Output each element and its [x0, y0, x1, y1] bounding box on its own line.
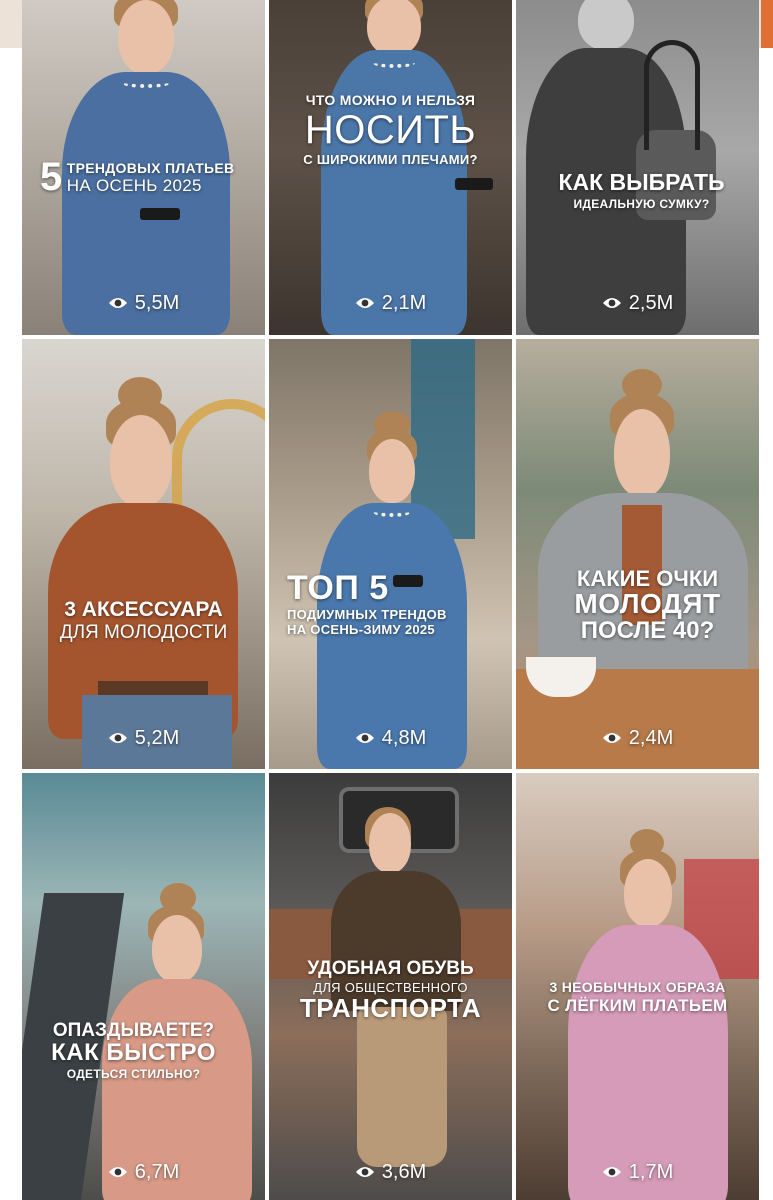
caption-line: ТРАНСПОРТА: [299, 992, 482, 1023]
eye-icon: [602, 298, 621, 308]
caption-line: НА ОСЕНЬ 2025: [66, 176, 202, 195]
view-count-value: 6,7M: [134, 1161, 180, 1183]
eye-icon: [355, 1167, 374, 1177]
caption-line: ЧТО МОЖНО И НЕЛЬЗЯ: [305, 92, 476, 108]
video-tile-5[interactable]: ТОП 5 ПОДИУМНЫХ ТРЕНДОВ НА ОСЕНЬ-ЗИМУ 20…: [269, 339, 512, 769]
video-caption: 3 АКСЕССУАРА ДЛЯ МОЛОДОСТИ: [22, 598, 265, 644]
caption-line: ПОДИУМНЫХ ТРЕНДОВ: [287, 607, 447, 622]
video-caption: УДОБНАЯ ОБУВЬ ДЛЯ ОБЩЕСТВЕННОГО ТРАНСПОР…: [269, 959, 512, 1021]
view-count: 2,4M: [516, 727, 759, 750]
caption-line: КАКИЕ ОЧКИ: [576, 566, 719, 591]
video-subject: [305, 0, 493, 335]
view-count-value: 2,1M: [381, 292, 427, 314]
view-count-value: 2,5M: [628, 292, 674, 314]
video-subject: [42, 369, 242, 769]
view-count-value: 1,7M: [628, 1161, 674, 1183]
eye-icon: [108, 298, 127, 308]
video-tile-7[interactable]: ОПАЗДЫВАЕТЕ? КАК БЫСТРО ОДЕТЬСЯ СТИЛЬНО?…: [22, 773, 265, 1200]
view-count-value: 5,5M: [134, 292, 180, 314]
top-bar-accent: [761, 0, 773, 48]
view-count: 4,8M: [269, 727, 512, 750]
video-caption: ЧТО МОЖНО И НЕЛЬЗЯ НОСИТЬ С ШИРОКИМИ ПЛЕ…: [269, 92, 512, 167]
caption-line: КАК ВЫБРАТЬ: [558, 169, 725, 195]
caption-line: ДЛЯ МОЛОДОСТИ: [59, 622, 228, 644]
video-tile-9[interactable]: 3 НЕОБЫЧНЫХ ОБРАЗА С ЛЁГКИМ ПЛАТЬЕМ 1,7M: [516, 773, 759, 1200]
video-subject: [538, 369, 748, 699]
caption-line: ТРЕНДОВЫХ ПЛАТЬЕВ: [66, 160, 235, 176]
eye-icon: [355, 298, 374, 308]
video-caption: ТОП 5 ПОДИУМНЫХ ТРЕНДОВ НА ОСЕНЬ-ЗИМУ 20…: [287, 571, 512, 637]
caption-line: НОСИТЬ: [304, 108, 477, 152]
caption-line: ИДЕАЛЬНУЮ СУМКУ?: [573, 197, 710, 212]
eye-icon: [108, 1167, 127, 1177]
caption-line: МОЛОДЯТ: [574, 588, 721, 620]
video-tile-6[interactable]: КАКИЕ ОЧКИ МОЛОДЯТ ПОСЛЕ 40? 2,4M: [516, 339, 759, 769]
view-count: 5,2M: [22, 727, 265, 750]
caption-line: 3 НЕОБЫЧНЫХ ОБРАЗА: [549, 979, 726, 995]
view-count: 6,7M: [22, 1161, 265, 1184]
view-count: 2,5M: [516, 292, 759, 315]
view-count-value: 4,8M: [381, 727, 427, 749]
eye-icon: [602, 733, 621, 743]
video-caption: КАК ВЫБРАТЬ ИДЕАЛЬНУЮ СУМКУ?: [524, 170, 759, 211]
video-caption: ОПАЗДЫВАЕТЕ? КАК БЫСТРО ОДЕТЬСЯ СТИЛЬНО?: [22, 1021, 265, 1081]
caption-line: КАК БЫСТРО: [51, 1038, 216, 1066]
eye-icon: [108, 733, 127, 743]
view-count-value: 2,4M: [628, 727, 674, 749]
video-caption: КАКИЕ ОЧКИ МОЛОДЯТ ПОСЛЕ 40?: [536, 567, 759, 643]
view-count: 2,1M: [269, 292, 512, 315]
caption-line: С ЛЁГКИМ ПЛАТЬЕМ: [547, 996, 728, 1015]
video-caption: 3 НЕОБЫЧНЫХ ОБРАЗА С ЛЁГКИМ ПЛАТЬЕМ: [516, 979, 759, 1016]
eye-icon: [602, 1167, 621, 1177]
caption-line: С ШИРОКИМИ ПЛЕЧАМИ?: [303, 152, 478, 167]
belt: [98, 681, 208, 695]
video-tile-8[interactable]: УДОБНАЯ ОБУВЬ ДЛЯ ОБЩЕСТВЕННОГО ТРАНСПОР…: [269, 773, 512, 1200]
caption-line: ПОСЛЕ 40?: [580, 617, 715, 645]
video-caption: 5 ТРЕНДОВЫХ ПЛАТЬЕВ НА ОСЕНЬ 2025: [40, 155, 265, 199]
video-tile-2[interactable]: ЧТО МОЖНО И НЕЛЬЗЯ НОСИТЬ С ШИРОКИМИ ПЛЕ…: [269, 0, 512, 335]
caption-line: 3 АКСЕССУАРА: [64, 598, 223, 621]
video-tile-3[interactable]: КАК ВЫБРАТЬ ИДЕАЛЬНУЮ СУМКУ? 2,5M: [516, 0, 759, 335]
view-count: 1,7M: [516, 1161, 759, 1184]
view-count: 3,6M: [269, 1161, 512, 1184]
view-count-value: 3,6M: [381, 1161, 427, 1183]
caption-number: 5: [40, 155, 63, 199]
video-grid: 5 ТРЕНДОВЫХ ПЛАТЬЕВ НА ОСЕНЬ 2025 5,5M Ч…: [22, 0, 759, 1200]
caption-line: ОДЕТЬСЯ СТИЛЬНО?: [66, 1066, 201, 1081]
video-tile-4[interactable]: 3 АКСЕССУАРА ДЛЯ МОЛОДОСТИ 5,2M: [22, 339, 265, 769]
video-subject: [526, 0, 726, 335]
video-tile-1[interactable]: 5 ТРЕНДОВЫХ ПЛАТЬЕВ НА ОСЕНЬ 2025 5,5M: [22, 0, 265, 335]
view-count-value: 5,2M: [134, 727, 180, 749]
caption-line: ОПАЗДЫВАЕТЕ?: [52, 1020, 215, 1041]
caption-line: УДОБНАЯ ОБУВЬ: [307, 958, 474, 979]
caption-line: НА ОСЕНЬ-ЗИМУ 2025: [287, 622, 435, 637]
view-count: 5,5M: [22, 292, 265, 315]
caption-line: ТОП 5: [287, 569, 389, 607]
eye-icon: [355, 733, 374, 743]
